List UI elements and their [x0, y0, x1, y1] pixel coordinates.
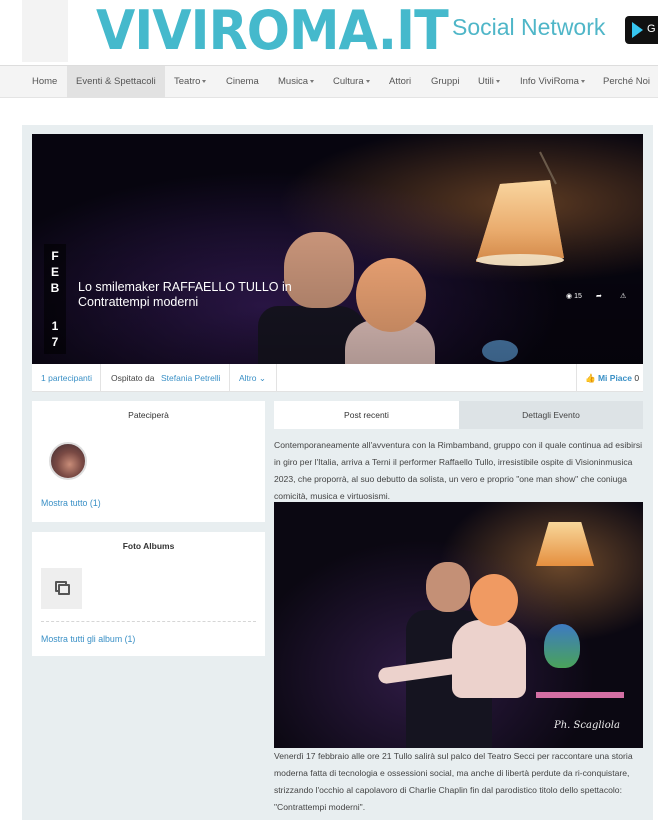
nav-label: Attori [389, 76, 412, 87]
date-month-letter: B [50, 281, 60, 295]
site-header: VIVIROMA.IT Social Network G [0, 0, 658, 64]
nav-item-teatro[interactable]: Teatro [174, 66, 207, 98]
date-month-letter: F [51, 249, 59, 263]
nav-item-cinema[interactable]: Cinema [226, 66, 259, 98]
more-label: Altro [239, 373, 257, 383]
post-photo[interactable]: Ph. Scagliola [274, 502, 643, 748]
nav-item-cultura[interactable]: Cultura [333, 66, 370, 98]
chevron-down-icon [365, 79, 370, 83]
photo-signature: Ph. Scagliola [554, 720, 620, 731]
site-logo[interactable]: VIVIROMA.IT [96, 2, 449, 60]
like-count: 0 [634, 373, 640, 383]
hosted-by-label: Ospitato da [111, 373, 155, 383]
header-tagline: Social Network [452, 14, 606, 40]
nav-label: Info ViviRoma [520, 76, 579, 87]
thumbs-up-icon: 👍 [585, 373, 596, 383]
eye-icon: ◉ [566, 293, 575, 300]
nav-label: Eventi & Spettacoli [76, 76, 156, 87]
nav-label: Perché Noi [603, 76, 650, 87]
views-counter: ◉ 15 [566, 292, 582, 300]
host-link[interactable]: Stefania Petrelli [161, 364, 221, 392]
divider [276, 364, 277, 392]
show-all-albums-link[interactable]: Mostra tutti gli album (1) [41, 634, 135, 644]
date-day-digit: 7 [51, 335, 59, 349]
nav-item-gruppi[interactable]: Gruppi [431, 66, 460, 98]
doll-head [470, 574, 518, 626]
google-play-badge[interactable]: G [625, 16, 658, 44]
share-icon[interactable]: ➦ [596, 292, 602, 300]
photo-album-icon-front [58, 584, 70, 595]
divider [100, 364, 101, 392]
show-all-participants-link[interactable]: Mostra tutto (1) [41, 498, 101, 508]
lamp-shade-image [536, 522, 594, 566]
date-day-digit: 1 [51, 319, 59, 333]
report-icon[interactable]: ⚠ [620, 292, 626, 300]
nav-item-home[interactable]: Home [32, 66, 57, 98]
chevron-down-icon [495, 79, 500, 83]
event-date-badge: F E B 1 7 [44, 244, 66, 354]
nav-item-musica[interactable]: Musica [278, 66, 315, 98]
chevron-down-icon [202, 79, 207, 83]
performer-head [426, 562, 470, 612]
nav-label: Teatro [174, 76, 201, 87]
event-title: Lo smilemaker RAFFAELLO TULLO in Contrat… [78, 280, 292, 309]
tab-event-details[interactable]: Dettagli Evento [459, 401, 643, 429]
divider [41, 621, 256, 622]
nav-label: Cultura [333, 76, 364, 87]
nav-item-attori[interactable]: Attori [389, 66, 411, 98]
cover-actions: ◉ 15 ➦ ⚠ [566, 292, 632, 304]
nav-label: Utili [478, 76, 494, 87]
chevron-down-icon: ⌄ [258, 373, 266, 383]
views-count: 15 [574, 293, 582, 300]
nav-label: Home [32, 76, 58, 87]
post-paragraph-2: Venerdì 17 febbraio alle ore 21 Tullo sa… [274, 751, 633, 812]
albums-card-title: Foto Albums [122, 541, 175, 551]
event-tabs: Post recenti Dettagli Evento [274, 401, 643, 429]
parrot-image [544, 624, 580, 668]
more-dropdown[interactable]: Altro ⌄ [239, 364, 266, 392]
post-paragraph-1: Contemporaneamente all'avventura con la … [274, 440, 643, 501]
participants-link[interactable]: 1 partecipanti [41, 364, 92, 392]
nav-label: Musica [278, 76, 309, 87]
nav-item-perche-noi[interactable]: Perché Noi [603, 66, 650, 98]
nav-item-info[interactable]: Info ViviRoma [520, 66, 585, 98]
chevron-down-icon [580, 79, 585, 83]
divider [576, 364, 577, 392]
play-store-icon [632, 22, 643, 38]
nav-label: Cinema [226, 76, 259, 87]
header-left-panel [22, 0, 68, 62]
avatar[interactable] [49, 442, 87, 480]
tab-recent-posts[interactable]: Post recenti [274, 401, 459, 429]
main-nav: Home Eventi & Spettacoli Teatro Cinema M… [0, 65, 658, 98]
like-label: Mi Piace [597, 373, 632, 383]
event-action-bar: 1 partecipanti Ospitato da Stefania Petr… [32, 364, 643, 392]
chevron-down-icon [310, 79, 315, 83]
nav-label: Gruppi [431, 76, 460, 87]
store-badge-glyph: G [647, 23, 656, 35]
participants-card-title: Pateciperà [128, 410, 169, 420]
table-image [536, 692, 624, 698]
nav-item-utili[interactable]: Utili [478, 66, 500, 98]
nav-item-eventi[interactable]: Eventi & Spettacoli [67, 66, 165, 98]
like-button[interactable]: 👍 Mi Piace 0 [585, 364, 639, 392]
date-month-letter: E [50, 265, 59, 279]
divider [229, 364, 230, 392]
